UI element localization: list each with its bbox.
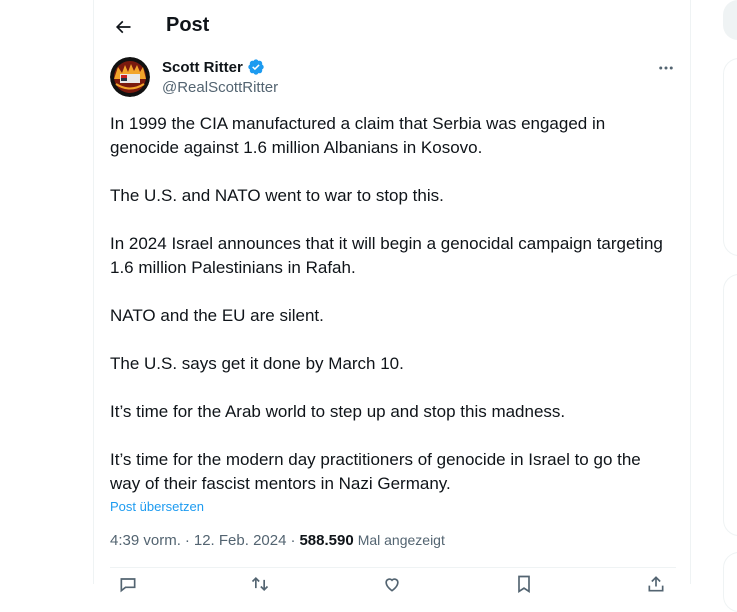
tweet-paragraph: The U.S. says get it done by March 10. <box>110 354 404 373</box>
bookmark-button[interactable] <box>514 574 534 594</box>
share-icon <box>648 576 664 592</box>
views-label: Mal angezeigt <box>357 532 445 548</box>
tweet-text: In 1999 the CIA manufactured a claim tha… <box>110 112 670 496</box>
back-button[interactable] <box>108 12 138 42</box>
more-button[interactable] <box>656 58 676 78</box>
page-title: Post <box>166 14 210 36</box>
like-button[interactable] <box>382 574 402 594</box>
repost-icon <box>251 576 269 592</box>
more-icon <box>659 66 673 70</box>
action-bar <box>110 574 676 594</box>
tweet-paragraph: It’s time for the modern day practitione… <box>110 450 641 493</box>
tweet-paragraph: The U.S. and NATO went to war to stop th… <box>110 186 444 205</box>
arrow-left-icon <box>115 20 131 34</box>
sidebar-card <box>723 58 737 256</box>
like-icon <box>385 578 399 592</box>
post-time[interactable]: 4:39 vorm. <box>110 532 181 549</box>
avatar[interactable] <box>110 57 150 97</box>
tweet-paragraph: In 2024 Israel announces that it will be… <box>110 234 663 277</box>
top-bar: Post <box>94 0 690 53</box>
avatar-image <box>110 57 150 97</box>
search-pill[interactable] <box>723 0 737 40</box>
meta-separator: · <box>290 532 296 549</box>
tweet-paragraph: It’s time for the Arab world to step up … <box>110 402 566 421</box>
divider <box>110 567 676 568</box>
translate-post-link[interactable]: Post übersetzen <box>110 499 204 514</box>
reply-button[interactable] <box>118 574 138 594</box>
views-count: 588.590 <box>299 532 354 549</box>
meta-separator: · <box>184 532 190 549</box>
author-name[interactable]: Scott Ritter <box>162 58 265 76</box>
sidebar-card <box>723 274 737 536</box>
reply-icon <box>120 578 136 593</box>
repost-button[interactable] <box>250 574 270 594</box>
share-button[interactable] <box>646 574 666 594</box>
tweet-paragraph: In 1999 the CIA manufactured a claim tha… <box>110 114 606 157</box>
post-column: Post Scott Ritter @RealScottRitter In 19… <box>93 0 691 594</box>
tweet-paragraph: NATO and the EU are silent. <box>110 306 324 325</box>
author-name-text: Scott Ritter <box>162 58 243 76</box>
verified-badge-icon <box>248 59 264 75</box>
author-handle[interactable]: @RealScottRitter <box>162 79 278 96</box>
bookmark-icon <box>518 575 530 594</box>
post-date[interactable]: 12. Feb. 2024 <box>194 532 287 549</box>
sidebar-card <box>723 552 737 612</box>
post-meta: 4:39 vorm. · 12. Feb. 2024 · 588.590 Mal… <box>110 532 445 549</box>
